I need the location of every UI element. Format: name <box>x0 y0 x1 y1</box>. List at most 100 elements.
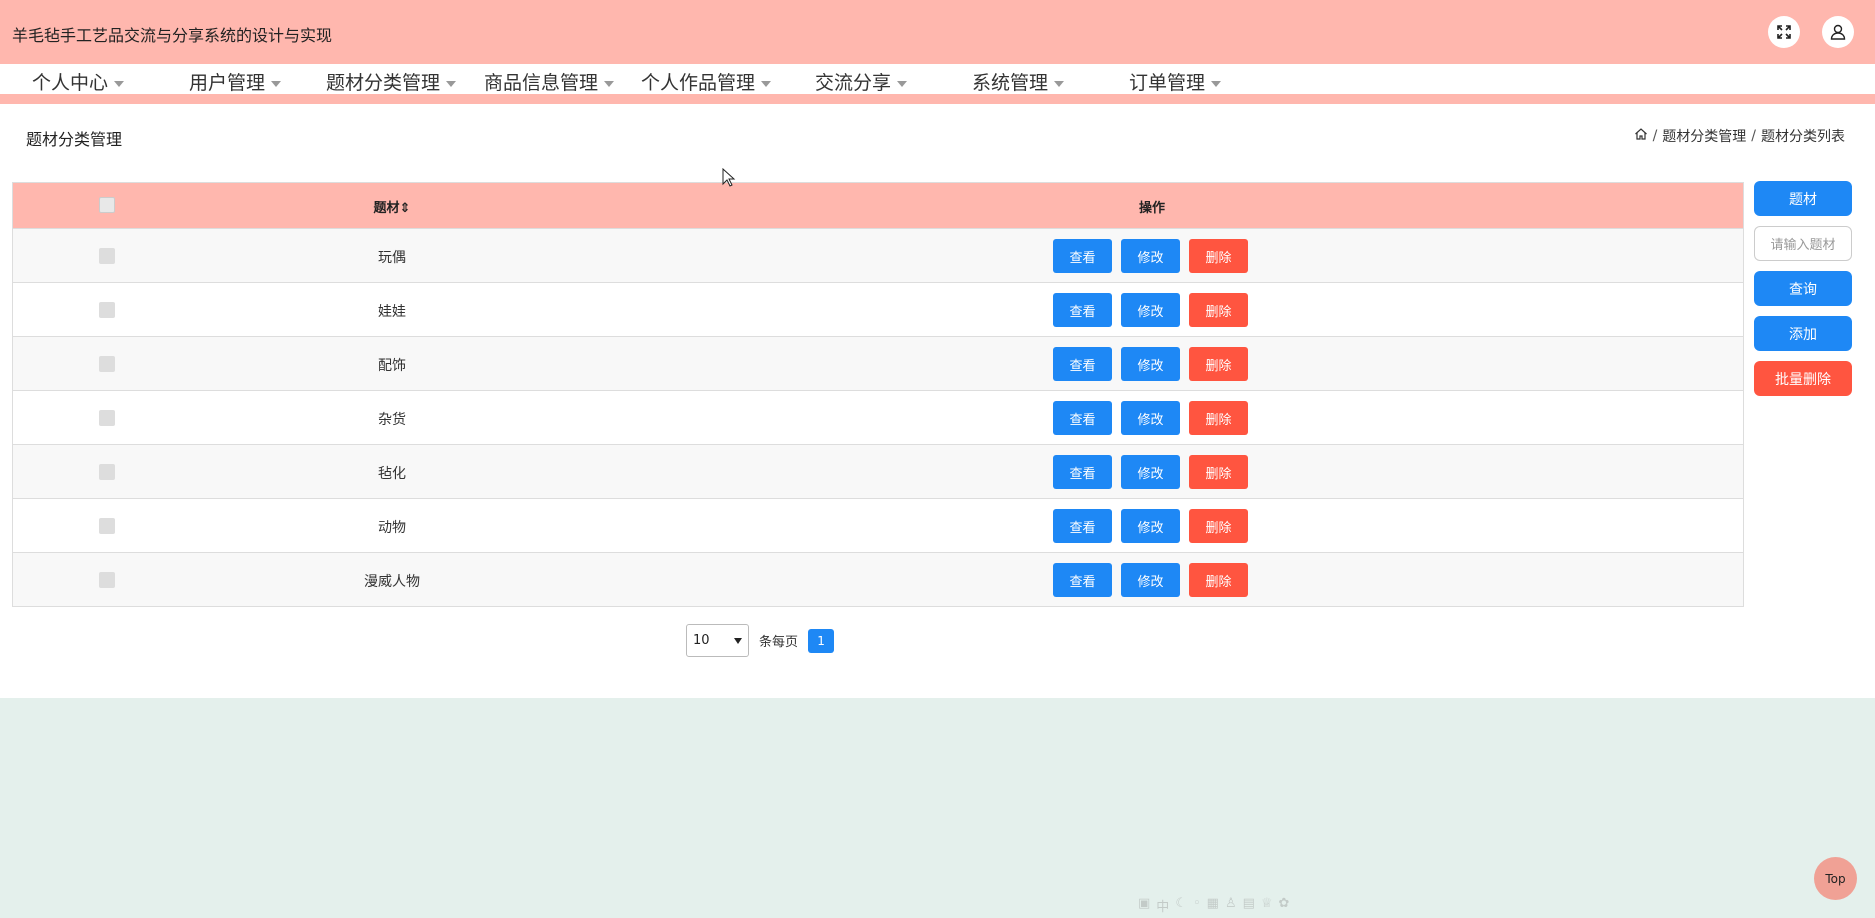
caret-down-icon <box>604 80 615 87</box>
page-size-select[interactable]: 10 <box>686 624 749 657</box>
row-checkbox[interactable] <box>99 464 115 480</box>
view-button[interactable]: 查看 <box>1053 293 1112 327</box>
caret-down-icon <box>897 80 908 87</box>
home-icon[interactable] <box>1634 127 1648 145</box>
view-button[interactable]: 查看 <box>1053 347 1112 381</box>
punctuation-icon: ◦ <box>1192 896 1201 911</box>
view-button[interactable]: 查看 <box>1053 239 1112 273</box>
breadcrumb: / 题材分类管理 / 题材分类列表 <box>1634 126 1845 146</box>
table-row: 动物 查看 修改 删除 <box>13 498 1743 552</box>
table-row: 配饰 查看 修改 删除 <box>13 336 1743 390</box>
nav-item-order-management[interactable]: 订单管理 <box>1129 68 1222 95</box>
query-button[interactable]: 查询 <box>1754 271 1852 306</box>
edit-button[interactable]: 修改 <box>1121 347 1180 381</box>
delete-button[interactable]: 删除 <box>1189 347 1248 381</box>
fullscreen-icon[interactable] <box>1768 16 1800 48</box>
table-row: 玩偶 查看 修改 删除 <box>13 228 1743 282</box>
edit-button[interactable]: 修改 <box>1121 401 1180 435</box>
row-name: 娃娃 <box>378 304 406 320</box>
pagination: 10 条每页 1 <box>686 624 835 657</box>
delete-button[interactable]: 删除 <box>1189 563 1248 597</box>
field-label-button[interactable]: 题材 <box>1754 181 1852 216</box>
row-checkbox[interactable] <box>99 248 115 264</box>
nav-item-user-management[interactable]: 用户管理 <box>189 68 282 95</box>
delete-button[interactable]: 删除 <box>1189 455 1248 489</box>
row-name: 毡化 <box>378 466 406 482</box>
row-name: 动物 <box>378 520 406 536</box>
page-size-value: 10 <box>693 633 710 648</box>
page-button-current[interactable]: 1 <box>808 628 835 653</box>
row-name: 玩偶 <box>378 250 406 266</box>
per-page-label: 条每页 <box>759 635 799 650</box>
column-header-actions: 操作 <box>1138 201 1165 216</box>
back-to-top-button[interactable]: Top <box>1814 857 1857 900</box>
nav-item-category-management[interactable]: 题材分类管理 <box>326 68 457 95</box>
settings-icon: ✿ <box>1278 896 1290 911</box>
nav-item-personal-center[interactable]: 个人中心 <box>32 68 125 95</box>
ime-mode-icon: ▣ <box>1138 896 1151 911</box>
edit-button[interactable]: 修改 <box>1121 239 1180 273</box>
view-button[interactable]: 查看 <box>1053 455 1112 489</box>
mouse-cursor-icon <box>722 167 736 192</box>
row-name: 漫威人物 <box>364 574 420 590</box>
moon-icon: ☾ <box>1175 896 1187 911</box>
ime-language-label[interactable]: 中 <box>1156 896 1169 915</box>
edit-button[interactable]: 修改 <box>1121 455 1180 489</box>
table-row: 杂货 查看 修改 删除 <box>13 390 1743 444</box>
edit-button[interactable]: 修改 <box>1121 563 1180 597</box>
row-checkbox[interactable] <box>99 356 115 372</box>
nav-item-share[interactable]: 交流分享 <box>815 68 908 95</box>
table-header: 题材⇕ 操作 <box>13 183 1743 228</box>
table-row: 毡化 查看 修改 删除 <box>13 444 1743 498</box>
search-input[interactable]: 请输入题材 <box>1754 226 1852 261</box>
caret-down-icon <box>1211 80 1222 87</box>
main-content: 题材分类管理 / 题材分类管理 / 题材分类列表 题材⇕ 操作 玩偶 查看 修改… <box>0 104 1875 698</box>
keyboard-icon: ▦ <box>1206 896 1219 911</box>
row-name: 杂货 <box>378 412 406 428</box>
user-icon[interactable] <box>1822 16 1854 48</box>
breadcrumb-item-list: 题材分类列表 <box>1761 129 1845 145</box>
delete-button[interactable]: 删除 <box>1189 293 1248 327</box>
table-row: 娃娃 查看 修改 删除 <box>13 282 1743 336</box>
delete-button[interactable]: 删除 <box>1189 401 1248 435</box>
breadcrumb-item-category[interactable]: 题材分类管理 <box>1662 126 1746 146</box>
caret-down-icon <box>1054 80 1065 87</box>
nav-divider <box>0 94 1875 104</box>
select-all-checkbox[interactable] <box>99 197 115 213</box>
person-icon: ♙ <box>1224 896 1237 911</box>
ime-toolbar: ▣ 中 ☾ ◦ ▦ ♙ ▤ ♕ ✿ <box>1138 896 1289 915</box>
row-checkbox[interactable] <box>99 572 115 588</box>
nav-item-works-management[interactable]: 个人作品管理 <box>641 68 772 95</box>
edit-button[interactable]: 修改 <box>1121 509 1180 543</box>
caret-down-icon <box>114 80 125 87</box>
row-name: 配饰 <box>378 358 406 374</box>
category-table: 题材⇕ 操作 玩偶 查看 修改 删除 娃娃 查看 修改 删除 配饰 查看 修改 … <box>12 182 1744 607</box>
caret-down-icon <box>446 80 457 87</box>
view-button[interactable]: 查看 <box>1053 509 1112 543</box>
nav-item-product-management[interactable]: 商品信息管理 <box>484 68 615 95</box>
column-header-name[interactable]: 题材⇕ <box>313 197 471 216</box>
table-row: 漫威人物 查看 修改 删除 <box>13 552 1743 606</box>
row-checkbox[interactable] <box>99 410 115 426</box>
view-button[interactable]: 查看 <box>1053 563 1112 597</box>
app-title: 羊毛毡手工艺品交流与分享系统的设计与实现 <box>12 26 333 45</box>
delete-button[interactable]: 删除 <box>1189 239 1248 273</box>
row-checkbox[interactable] <box>99 518 115 534</box>
top-nav: 个人中心 用户管理 题材分类管理 商品信息管理 个人作品管理 交流分享 系统管理… <box>0 64 1875 94</box>
page-title: 题材分类管理 <box>26 130 123 149</box>
view-button[interactable]: 查看 <box>1053 401 1112 435</box>
add-button[interactable]: 添加 <box>1754 316 1852 351</box>
edit-button[interactable]: 修改 <box>1121 293 1180 327</box>
caret-down-icon <box>271 80 282 87</box>
grid-icon: ▤ <box>1242 896 1255 911</box>
delete-button[interactable]: 删除 <box>1189 509 1248 543</box>
skin-icon: ♕ <box>1260 896 1273 911</box>
batch-delete-button[interactable]: 批量删除 <box>1754 361 1852 396</box>
nav-item-system-management[interactable]: 系统管理 <box>972 68 1065 95</box>
caret-down-icon <box>761 80 772 87</box>
row-checkbox[interactable] <box>99 302 115 318</box>
breadcrumb-separator: / <box>1652 128 1658 144</box>
chevron-down-icon <box>734 637 742 644</box>
breadcrumb-separator: / <box>1751 128 1756 144</box>
sort-icon[interactable]: ⇕ <box>400 201 411 216</box>
